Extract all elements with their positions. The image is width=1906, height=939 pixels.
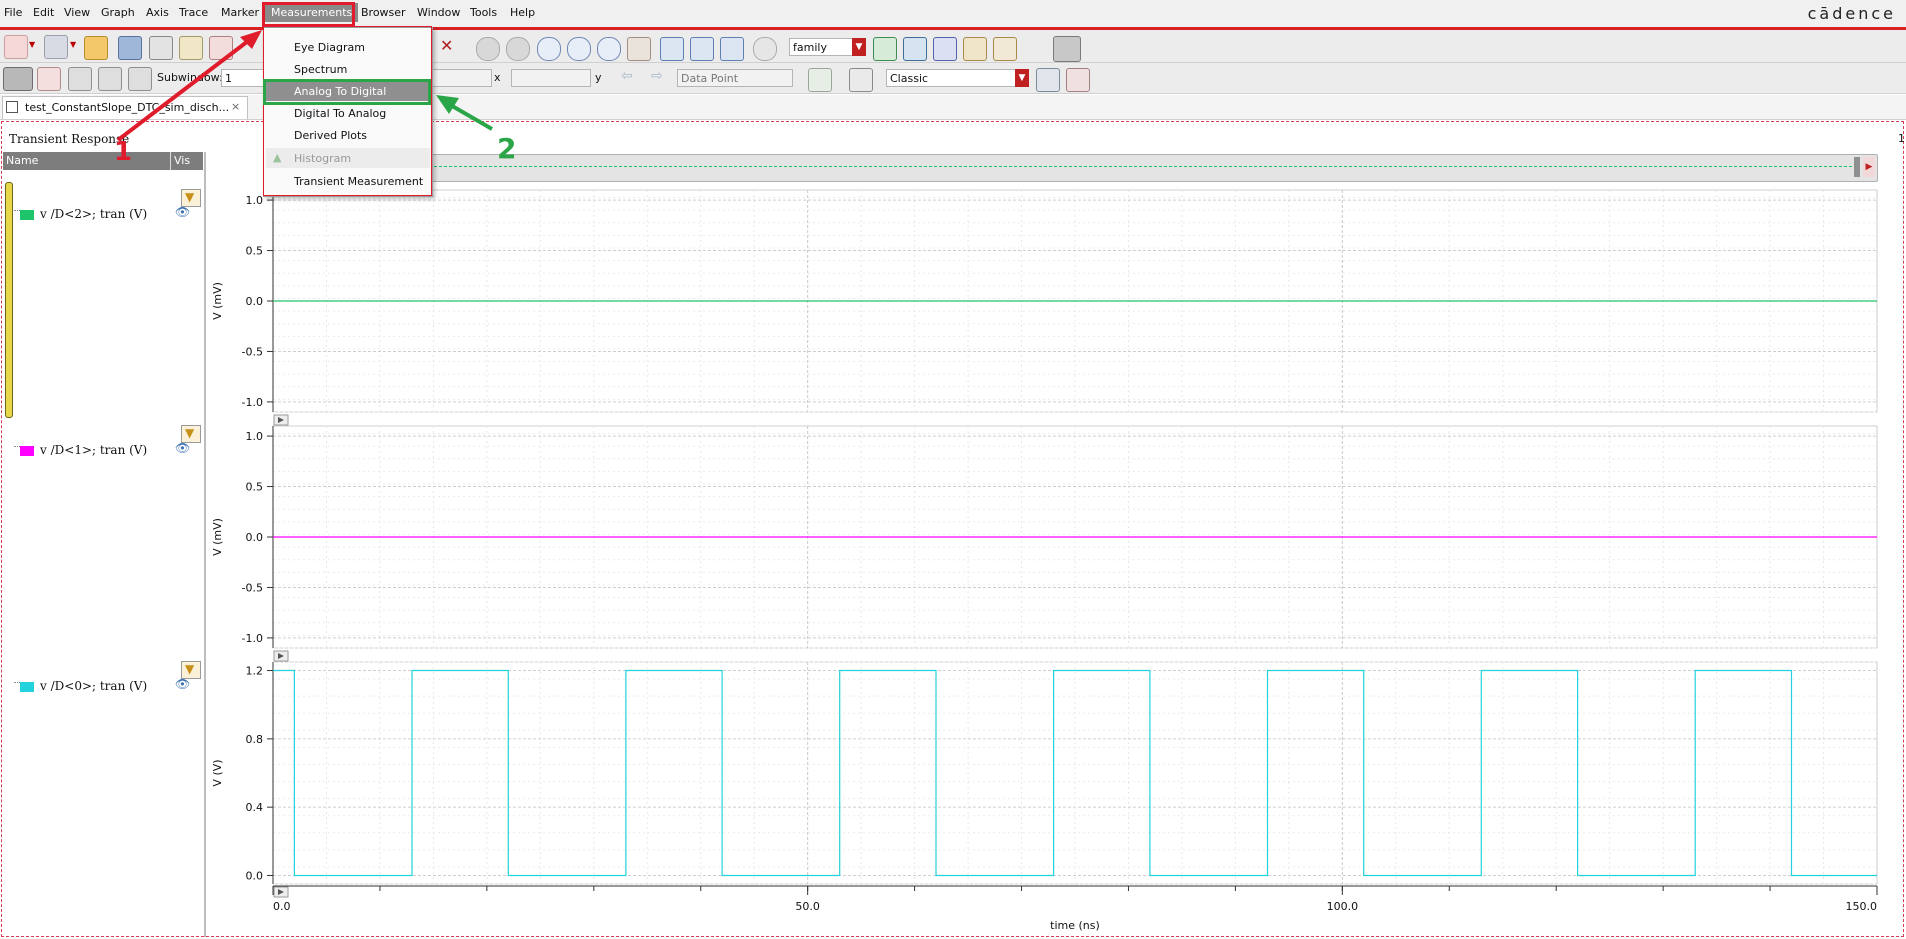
y-axis-label: V (V) [211, 759, 224, 786]
y-tick-label: 0.0 [246, 531, 264, 544]
x-axis-label: time (ns) [1050, 919, 1100, 932]
annotation-box-menu [263, 26, 432, 196]
y-axis-label: V (mV) [211, 518, 224, 556]
y-tick-label: -0.5 [242, 345, 263, 358]
y-tick-label: 1.0 [246, 430, 264, 443]
y-tick-label: 0.5 [246, 481, 264, 494]
x-tick-label: 0.0 [273, 900, 291, 913]
y-tick-label: 0.0 [246, 295, 264, 308]
x-tick-label: 50.0 [795, 900, 820, 913]
y-tick-label: -1.0 [242, 396, 263, 409]
y-tick-label: 0.0 [246, 869, 264, 882]
x-tick-label: 100.0 [1327, 900, 1359, 913]
y-tick-label: 1.0 [246, 194, 264, 207]
y-tick-label: 0.8 [246, 733, 264, 746]
y-tick-label: 0.4 [246, 801, 264, 814]
y-tick-label: -0.5 [242, 581, 263, 594]
y-axis-label: V (mV) [211, 282, 224, 320]
annotation-box-measurements [262, 2, 355, 27]
annotation-box-analog-to-digital [263, 79, 431, 105]
y-tick-label: -1.0 [242, 632, 263, 645]
y-tick-label: 1.2 [246, 665, 264, 678]
annotation-step-1: 1 [114, 137, 133, 167]
x-tick-label: 150.0 [1846, 900, 1878, 913]
annotation-step-2: 2 [497, 132, 517, 165]
y-tick-label: 0.5 [246, 245, 264, 258]
